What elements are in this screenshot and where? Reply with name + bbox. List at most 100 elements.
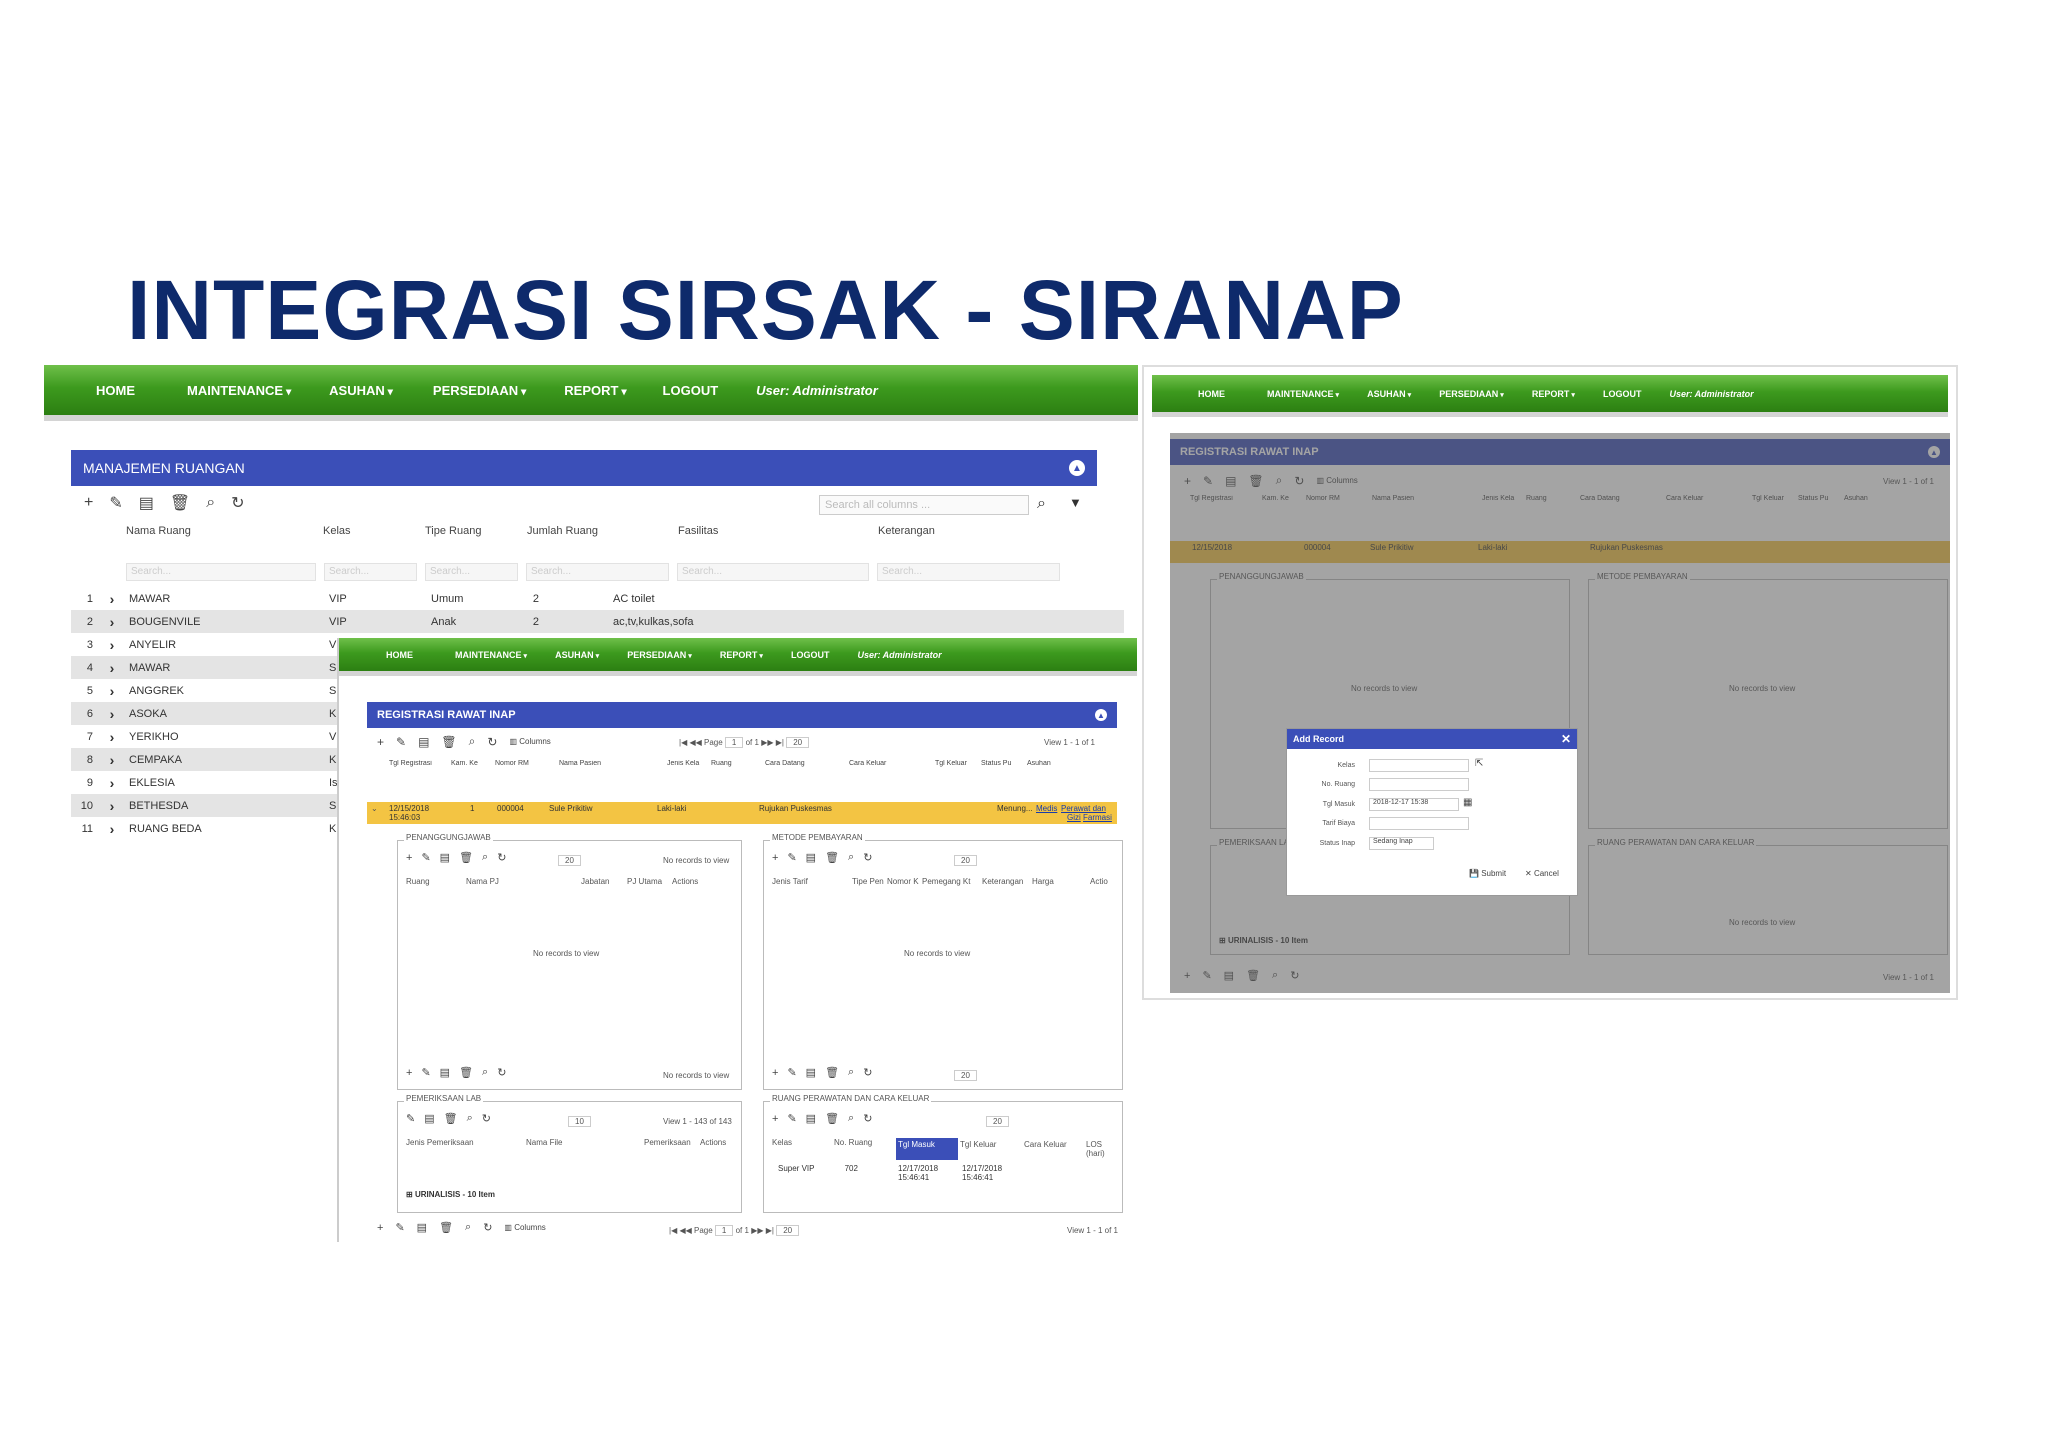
search-icon[interactable]: ⌕ (465, 1221, 471, 1234)
page-input[interactable]: 1 (714, 1225, 734, 1236)
link-farmasi[interactable]: Farmasi (1083, 813, 1112, 822)
search-icon[interactable]: ⌕ (1037, 495, 1046, 513)
expand-icon[interactable]: › (99, 633, 125, 656)
col-tgl-registrasi[interactable]: Tgl Registrasi (389, 760, 451, 767)
nav-report[interactable]: REPORT (720, 650, 763, 660)
edit-icon[interactable]: ✎ (421, 851, 430, 864)
edit-icon[interactable]: ✎ (406, 1112, 415, 1125)
delete-icon[interactable]: 🗑 (459, 851, 473, 864)
expand-icon[interactable]: › (99, 587, 125, 610)
col-kam[interactable]: Kam. Ke (451, 760, 495, 767)
calendar-icon[interactable]: ▦ (1463, 797, 1472, 808)
refresh-icon[interactable]: ↻ (863, 851, 872, 864)
view-icon[interactable]: ▤ (418, 735, 429, 749)
group-urinalisis[interactable]: ⊞ URINALISIS - 10 Item (406, 1190, 495, 1199)
edit-icon[interactable]: ✎ (396, 735, 406, 749)
delete-icon[interactable]: 🗑 (825, 851, 839, 864)
view-icon[interactable]: ▤ (440, 851, 450, 864)
view-icon[interactable]: ▤ (440, 1066, 450, 1079)
nav-asuhan[interactable]: ASUHAN (329, 383, 393, 398)
columns-button[interactable]: ▥ Columns (504, 1223, 545, 1232)
search-kelas[interactable]: Search... (324, 563, 417, 581)
nav-home[interactable]: HOME (1198, 389, 1225, 399)
expand-icon[interactable]: › (99, 725, 125, 748)
refresh-icon[interactable]: ↻ (487, 735, 497, 749)
view-icon[interactable]: ▤ (806, 1112, 816, 1125)
link-medis[interactable]: Medis (1036, 804, 1057, 813)
selected-row[interactable]: ⌄ 12/15/2018 15:46:03 1 000004 Sule Prik… (367, 802, 1117, 824)
per-page-select[interactable]: 20 (986, 1116, 1009, 1127)
nav-persediaan[interactable]: PERSEDIAAN (1439, 389, 1504, 399)
view-icon[interactable]: ▤ (806, 851, 816, 864)
add-icon[interactable]: + (772, 852, 778, 864)
add-icon[interactable]: + (377, 735, 384, 749)
edit-icon[interactable]: ✎ (109, 493, 122, 513)
col-nama-ruang[interactable]: Nama Ruang (126, 525, 323, 537)
submit-button[interactable]: 💾 Submit (1469, 869, 1506, 878)
col-fasilitas[interactable]: Fasilitas (678, 525, 878, 537)
per-page-select[interactable]: 20 (786, 737, 810, 748)
nav-maintenance[interactable]: MAINTENANCE (187, 383, 291, 398)
edit-icon[interactable]: ✎ (787, 851, 796, 864)
edit-icon[interactable]: ✎ (395, 1221, 404, 1234)
cancel-button[interactable]: ✕ Cancel (1525, 869, 1559, 878)
nav-logout[interactable]: LOGOUT (1603, 389, 1642, 399)
nav-asuhan[interactable]: ASUHAN (555, 650, 599, 660)
input-tarif[interactable] (1369, 817, 1469, 830)
expand-icon[interactable]: › (99, 702, 125, 725)
view-icon[interactable]: ▤ (806, 1066, 816, 1079)
select-status[interactable]: Sedang Inap (1369, 837, 1434, 850)
edit-icon[interactable]: ✎ (421, 1066, 430, 1079)
search-icon[interactable]: ⌕ (467, 1112, 473, 1125)
page-input[interactable]: 1 (724, 737, 744, 748)
col-nama[interactable]: Nama Pasien (559, 760, 667, 767)
table-row[interactable]: 2 › BOUGENVILE VIP Anak 2 ac,tv,kulkas,sofa (71, 610, 1124, 633)
nav-persediaan[interactable]: PERSEDIAAN (627, 650, 692, 660)
close-icon[interactable]: ✕ (1561, 732, 1571, 746)
add-icon[interactable]: + (84, 494, 93, 512)
search-icon[interactable]: ⌕ (469, 734, 476, 749)
table-row[interactable]: Super VIP 702 (778, 1164, 858, 1173)
nav-maintenance[interactable]: MAINTENANCE (455, 650, 527, 660)
search-tipe[interactable]: Search... (425, 563, 518, 581)
popup-icon[interactable]: ⇱ (1475, 758, 1483, 769)
nav-report[interactable]: REPORT (1532, 389, 1575, 399)
delete-icon[interactable]: 🗑 (170, 493, 190, 513)
filter-icon[interactable]: ▼ (1069, 495, 1082, 510)
columns-button[interactable]: ▥ Columns (509, 737, 550, 746)
input-tgl-masuk[interactable]: 2018-12-17 15:38 (1369, 798, 1459, 811)
search-keterangan[interactable]: Search... (877, 563, 1060, 581)
add-icon[interactable]: + (406, 1067, 412, 1079)
search-icon[interactable]: ⌕ (206, 494, 215, 512)
input-no-ruang[interactable] (1369, 778, 1469, 791)
search-nama-ruang[interactable]: Search... (126, 563, 316, 581)
col-tgl-keluar[interactable]: Tgl Keluar (935, 760, 981, 767)
per-page-select[interactable]: 20 (954, 855, 977, 866)
expand-icon[interactable]: › (99, 610, 125, 633)
view-icon[interactable]: ▤ (139, 493, 154, 513)
refresh-icon[interactable]: ↻ (497, 1066, 506, 1079)
expand-icon[interactable]: ⌄ (371, 804, 378, 813)
link-perawat[interactable]: Perawat dan (1061, 804, 1106, 813)
expand-icon[interactable]: › (99, 771, 125, 794)
per-page-select[interactable]: 10 (568, 1116, 591, 1127)
col-kelas[interactable]: Kelas (323, 525, 425, 537)
col-tipe-ruang[interactable]: Tipe Ruang (425, 525, 527, 537)
col-keterangan[interactable]: Keterangan (878, 525, 1068, 537)
first-page-icon[interactable]: |◀ ◀◀ (679, 738, 702, 747)
expand-icon[interactable]: › (99, 679, 125, 702)
col-jk[interactable]: Jenis Kela (667, 760, 711, 767)
nav-home[interactable]: HOME (386, 650, 413, 660)
first-page-icon[interactable]: |◀ ◀◀ (669, 1226, 692, 1235)
search-all-input[interactable]: Search all columns ... (819, 495, 1029, 515)
nav-maintenance[interactable]: MAINTENANCE (1267, 389, 1339, 399)
view-icon[interactable]: ▤ (417, 1221, 427, 1234)
refresh-icon[interactable]: ↻ (497, 851, 506, 864)
add-icon[interactable]: + (406, 852, 412, 864)
per-page-select[interactable]: 20 (776, 1225, 800, 1236)
nav-home[interactable]: HOME (96, 383, 135, 398)
nav-persediaan[interactable]: PERSEDIAAN (433, 383, 526, 398)
collapse-icon[interactable]: ▲ (1069, 460, 1085, 476)
refresh-icon[interactable]: ↻ (863, 1066, 872, 1079)
expand-icon[interactable]: › (99, 794, 125, 817)
